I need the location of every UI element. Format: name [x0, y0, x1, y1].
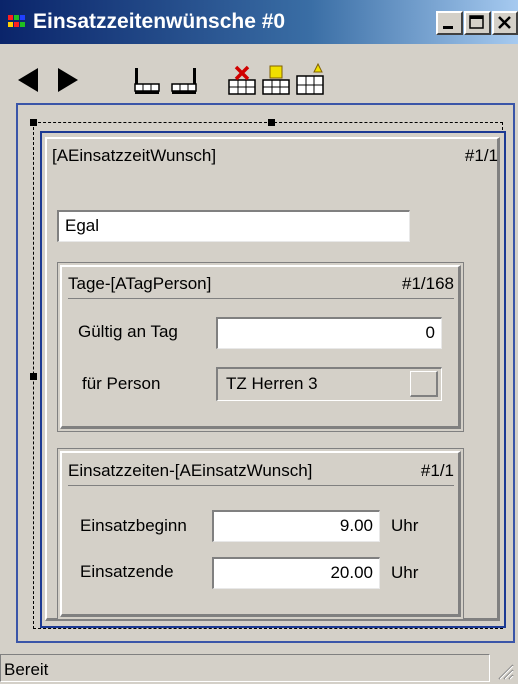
delete-record-button[interactable] [226, 62, 258, 98]
title-bar[interactable]: Einsatzzeitenwünsche #0 [0, 0, 518, 44]
resize-handle[interactable] [30, 119, 37, 126]
einsatz-panel-record-counter: #1/1 [420, 461, 454, 480]
size-grip-icon[interactable] [496, 662, 514, 680]
next-record-button[interactable] [50, 62, 84, 98]
tage-panel-table-name: Tage-[ATagPerson] [68, 274, 212, 293]
window-title: Einsatzzeitenwünsche #0 [33, 10, 286, 33]
app-window: Einsatzzeitenwünsche #0 [AEinsatzzeitWun… [0, 0, 518, 684]
main-form-table-name: [AEinsatzzeitWunsch] [52, 146, 217, 165]
arrow-right-icon [58, 68, 78, 92]
main-form-header: [AEinsatzzeitWunsch] #1/1 [52, 146, 498, 170]
person-value: TZ Herren 3 [226, 374, 318, 393]
minimize-icon [443, 26, 453, 29]
status-text: Bereit [4, 660, 49, 679]
append-record-button[interactable] [168, 62, 200, 98]
prev-record-button[interactable] [12, 62, 46, 98]
main-form-record-counter: #1/1 [464, 146, 498, 165]
tage-panel-record-counter: #1/168 [402, 274, 454, 293]
einsatzende-field[interactable]: 20.00 [212, 557, 380, 589]
einsatzbeginn-field[interactable]: 9.00 [212, 510, 380, 542]
gueltig-an-tag-field[interactable]: 0 [216, 317, 442, 349]
maximize-button[interactable] [464, 11, 491, 35]
einsatzende-unit: Uhr [391, 563, 419, 582]
gueltig-label: Gültig an Tag [78, 322, 178, 341]
resize-handle[interactable] [268, 119, 275, 126]
arrow-left-icon [18, 68, 38, 92]
table-insert-icon [134, 68, 160, 94]
einsatz-panel-header: Einsatzzeiten-[AEinsatzWunsch] #1/1 [68, 461, 454, 486]
status-pane-main: Bereit [0, 654, 490, 682]
person-lookup-field[interactable]: TZ Herren 3 [216, 367, 442, 401]
status-bar: Bereit [0, 652, 518, 684]
new-record-button[interactable] [294, 62, 326, 98]
einsatzende-label: Einsatzende [80, 562, 174, 581]
resize-handle[interactable] [30, 373, 37, 380]
edit-record-button[interactable] [260, 62, 292, 98]
minimize-button[interactable] [436, 11, 463, 35]
app-icon [8, 15, 25, 27]
maximize-icon [469, 15, 484, 29]
einsatz-panel-table-name: Einsatzzeiten-[AEinsatzWunsch] [68, 461, 313, 480]
table-new-icon [296, 62, 324, 95]
person-lookup-button[interactable] [410, 371, 438, 397]
person-label: für Person [82, 374, 161, 393]
table-delete-icon [228, 65, 256, 95]
insert-record-button[interactable] [131, 62, 163, 98]
einsatzbeginn-label: Einsatzbeginn [80, 516, 187, 535]
close-button[interactable] [492, 11, 518, 35]
close-icon [498, 16, 511, 29]
description-field[interactable]: Egal [57, 210, 410, 242]
table-append-icon [171, 68, 197, 94]
einsatzbeginn-unit: Uhr [391, 516, 419, 535]
tage-panel-header: Tage-[ATagPerson] #1/168 [68, 274, 454, 299]
table-edit-icon [262, 65, 290, 95]
